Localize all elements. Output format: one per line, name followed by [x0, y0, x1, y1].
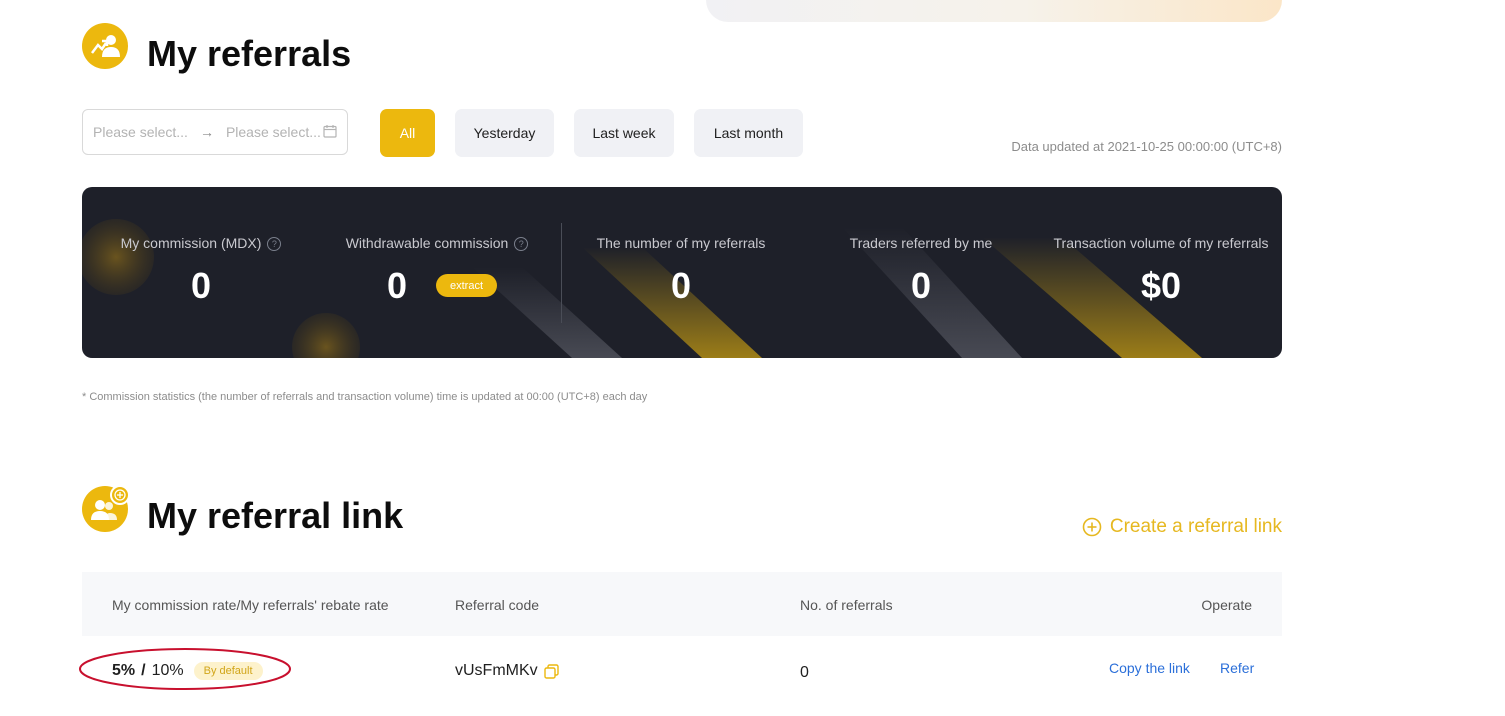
col-rate: My commission rate/My referrals' rebate …: [112, 597, 389, 613]
traders-label: Traders referred by me: [849, 235, 993, 251]
code-cell: vUsFmMKv: [455, 662, 559, 680]
top-banner: [706, 0, 1282, 22]
commission-footnote: * Commission statistics (the number of r…: [82, 391, 648, 403]
extract-button[interactable]: extract: [436, 274, 497, 297]
referrals-icon: [82, 23, 128, 69]
date-range-picker[interactable]: Please select... → Please select...: [82, 109, 348, 155]
data-updated-text: Data updated at 2021-10-25 00:00:00 (UTC…: [1011, 139, 1282, 154]
filter-all-button[interactable]: All: [380, 109, 435, 157]
copy-icon[interactable]: [543, 663, 559, 679]
filter-last-week-button[interactable]: Last week: [574, 109, 674, 157]
add-badge-icon: [110, 485, 130, 505]
stat-withdrawable: Withdrawable commission? 0: [322, 187, 552, 358]
stats-divider: [561, 223, 562, 323]
copy-link-button[interactable]: Copy the link: [1109, 660, 1190, 676]
commission-label: My commission (MDX): [120, 235, 262, 251]
plus-circle-icon: [1082, 517, 1102, 537]
range-arrow-icon: →: [199, 124, 214, 140]
withdrawable-label: Withdrawable commission: [345, 235, 509, 251]
create-referral-link-label[interactable]: Create a referral link: [1110, 516, 1282, 538]
stat-traders: Traders referred by me 0: [822, 187, 1020, 358]
referral-code: vUsFmMKv: [455, 662, 538, 679]
referral-link-title: My referral link: [147, 495, 404, 536]
referral-count: 0: [800, 664, 809, 681]
filter-last-month-button[interactable]: Last month: [694, 109, 803, 157]
end-date-input[interactable]: Please select...: [226, 124, 321, 140]
traders-value: 0: [910, 265, 932, 306]
stat-volume: Transaction volume of my referrals $0: [1048, 187, 1274, 358]
annotation-ellipse: [79, 648, 291, 690]
calendar-icon: [323, 124, 337, 141]
help-icon[interactable]: ?: [514, 237, 529, 251]
col-operate: Operate: [1201, 597, 1252, 613]
filter-yesterday-button[interactable]: Yesterday: [455, 109, 554, 157]
volume-label: Transaction volume of my referrals: [1053, 235, 1269, 251]
stat-referral-count: The number of my referrals 0: [582, 187, 780, 358]
referral-count-value: 0: [670, 265, 692, 306]
col-count: No. of referrals: [800, 597, 893, 613]
refer-button[interactable]: Refer: [1220, 660, 1254, 676]
col-code: Referral code: [455, 597, 540, 613]
start-date-input[interactable]: Please select...: [93, 124, 188, 140]
withdrawable-value: 0: [386, 265, 408, 306]
volume-value: $0: [1140, 265, 1182, 306]
page-title: My referrals: [147, 33, 352, 74]
stats-card: My commission (MDX)? 0 Withdrawable comm…: [82, 187, 1282, 358]
table-header: My commission rate/My referrals' rebate …: [82, 572, 1282, 636]
referral-count-label: The number of my referrals: [596, 235, 766, 251]
create-referral-link-button[interactable]: Create a referral link: [1082, 516, 1282, 538]
help-icon[interactable]: ?: [267, 237, 282, 251]
